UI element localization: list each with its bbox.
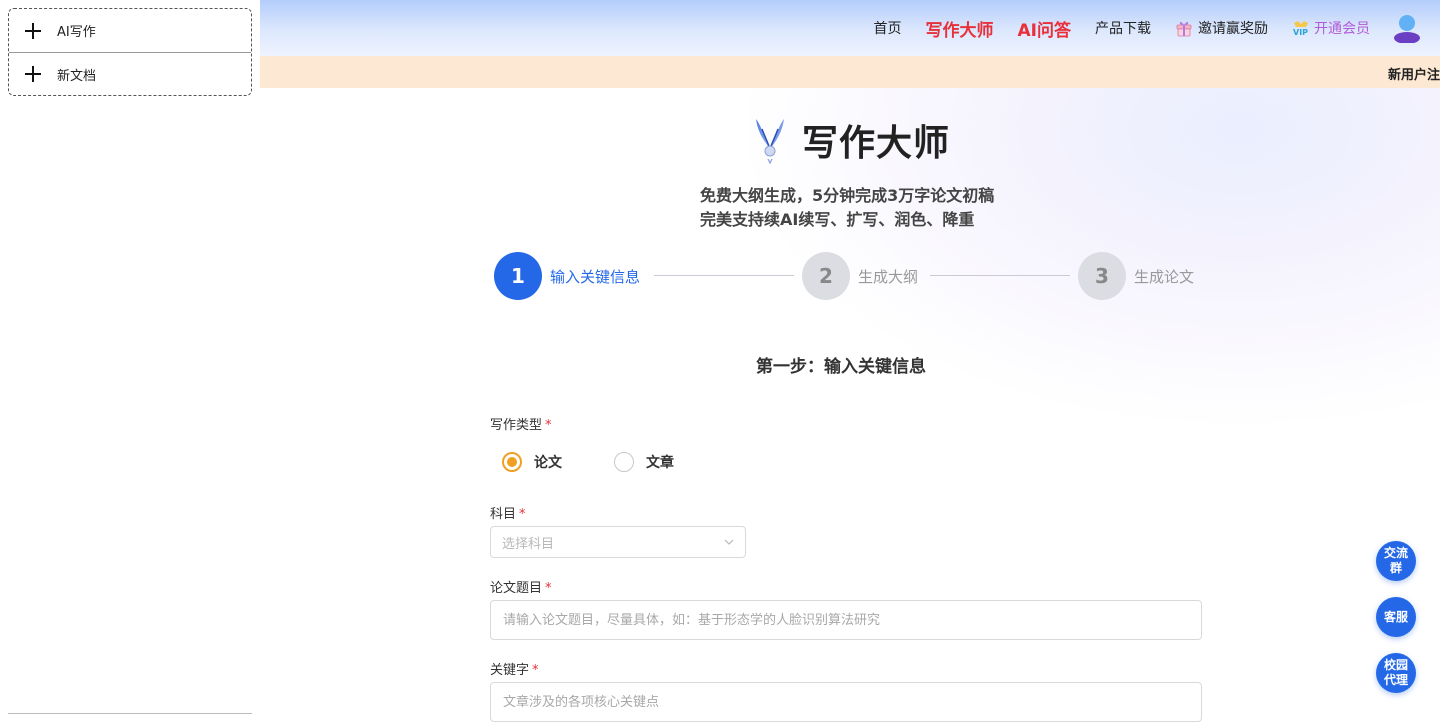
brand-logo-icon <box>756 119 784 165</box>
notice-bar: 新用户注 <box>260 56 1440 88</box>
nav-download[interactable]: 产品下载 <box>1095 18 1151 38</box>
nav-ai-qa[interactable]: AI问答 <box>1018 16 1071 41</box>
subject-label: 科目 * <box>490 503 526 522</box>
step-2-label: 生成大纲 <box>858 268 919 286</box>
user-avatar-icon[interactable] <box>1392 13 1422 43</box>
required-mark: * <box>519 507 526 522</box>
plus-icon <box>23 21 43 41</box>
nav-home[interactable]: 首页 <box>874 18 902 38</box>
step-3-label: 生成论文 <box>1134 268 1195 286</box>
sidebar-item-new-document[interactable]: 新文档 <box>9 52 251 95</box>
sidebar-actions: AI写作 新文档 <box>8 8 252 96</box>
brand-subtitle-line2: 完美支持续AI续写、扩写、润色、降重 <box>700 210 975 229</box>
radio-article[interactable]: 文章 <box>614 452 674 472</box>
nav-vip-label: 开通会员 <box>1314 21 1370 37</box>
required-mark: * <box>532 663 539 678</box>
sidebar-item-ai-writing[interactable]: AI写作 <box>9 9 251 52</box>
step-3-circle: 3 <box>1078 252 1126 300</box>
vip-icon: VIP <box>1293 21 1308 37</box>
chat-group-label: 交流群 <box>1383 546 1408 575</box>
brand-subtitle-line1: 免费大纲生成，5分钟完成3万字论文初稿 <box>700 186 995 205</box>
step-connector <box>654 275 794 276</box>
required-mark: * <box>545 581 552 596</box>
brand: 写作大师 <box>752 112 950 168</box>
notice-text: 新用户注 <box>1388 68 1440 83</box>
subject-select[interactable]: 选择科目 <box>490 526 746 558</box>
step-1-circle: 1 <box>494 252 542 300</box>
main-nav: 首页 写作大师 AI问答 产品下载 邀请赢奖励 VIP 开通会员 <box>850 0 1422 56</box>
keywords-label-text: 关键字 <box>490 663 530 678</box>
paper-title-input[interactable] <box>490 600 1202 640</box>
required-mark: * <box>545 418 552 433</box>
campus-agent-button[interactable]: 校园代理 <box>1376 653 1416 693</box>
step-connector <box>930 275 1070 276</box>
progress-steps: 1 输入关键信息 2 生成大纲 3 生成论文 <box>494 252 1206 300</box>
sidebar-item-label: AI写作 <box>57 25 96 40</box>
title-label-text: 论文题目 <box>490 581 543 596</box>
keywords-input[interactable] <box>490 682 1202 722</box>
customer-service-label: 客服 <box>1383 609 1408 624</box>
campus-agent-label: 校园代理 <box>1383 658 1408 687</box>
nav-invite[interactable]: 邀请赢奖励 <box>1175 18 1268 38</box>
step-2-circle: 2 <box>802 252 850 300</box>
brand-title: 写作大师 <box>802 123 951 164</box>
plus-icon <box>23 64 43 84</box>
step-1-label: 输入关键信息 <box>550 268 641 286</box>
customer-service-button[interactable]: 客服 <box>1376 597 1416 637</box>
nav-vip[interactable]: VIP 开通会员 <box>1292 18 1370 38</box>
nav-writing-master[interactable]: 写作大师 <box>926 16 994 41</box>
title-label: 论文题目 * <box>490 577 552 596</box>
radio-paper-label: 论文 <box>534 455 562 471</box>
writing-type-label: 写作类型 * <box>490 414 552 433</box>
writing-type-label-text: 写作类型 <box>490 418 543 433</box>
keywords-label: 关键字 * <box>490 659 539 678</box>
sidebar-item-label: 新文档 <box>57 68 97 84</box>
radio-unselected-icon <box>614 452 634 472</box>
subject-label-text: 科目 <box>490 507 517 522</box>
radio-selected-icon <box>502 452 522 472</box>
sidebar: AI写作 新文档 <box>0 0 260 722</box>
chevron-down-icon <box>724 539 734 545</box>
chat-group-button[interactable]: 交流群 <box>1376 541 1416 581</box>
section-title: 第一步：输入关键信息 <box>756 357 926 377</box>
top-header: 首页 写作大师 AI问答 产品下载 邀请赢奖励 VIP 开通会员 <box>260 0 1440 56</box>
sidebar-divider <box>8 713 252 714</box>
radio-article-label: 文章 <box>646 455 674 471</box>
subject-select-placeholder: 选择科目 <box>502 536 555 552</box>
gift-icon <box>1176 21 1192 37</box>
svg-text:VIP: VIP <box>1293 28 1308 37</box>
nav-invite-label: 邀请赢奖励 <box>1198 21 1268 37</box>
radio-paper[interactable]: 论文 <box>502 452 562 472</box>
